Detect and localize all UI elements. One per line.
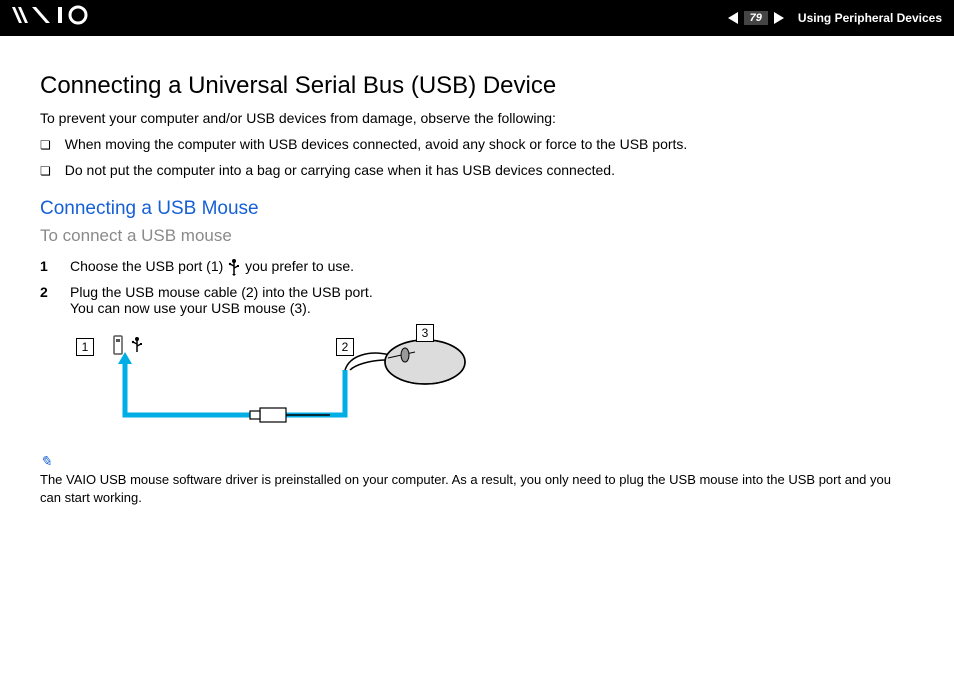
list-item: 2 Plug the USB mouse cable (2) into the … (40, 284, 914, 316)
bullet-list: ❏ When moving the computer with USB devi… (40, 136, 914, 180)
step-number: 2 (40, 284, 54, 300)
note: ✎ The VAIO USB mouse software driver is … (40, 452, 914, 506)
connection-diagram: 1 2 3 (70, 330, 914, 440)
header-bar: 79 Using Peripheral Devices (0, 0, 954, 36)
bullet-icon: ❏ (40, 162, 51, 180)
step-text: Plug the USB mouse cable (2) into the US… (70, 284, 373, 316)
list-item: ❏ When moving the computer with USB devi… (40, 136, 914, 154)
step-text: Choose the USB port (1) you prefer to us… (70, 258, 354, 276)
list-item: 1 Choose the USB port (1) you prefer to … (40, 258, 914, 276)
pencil-icon: ✎ (40, 453, 52, 469)
intro-text: To prevent your computer and/or USB devi… (40, 110, 914, 126)
prev-page-arrow[interactable] (728, 12, 738, 24)
header-nav: 79 Using Peripheral Devices (728, 11, 942, 25)
bullet-icon: ❏ (40, 136, 51, 154)
page-content: Connecting a Universal Serial Bus (USB) … (0, 36, 954, 506)
sub-heading: To connect a USB mouse (40, 226, 914, 246)
next-page-arrow[interactable] (774, 12, 784, 24)
callout-1: 1 (76, 338, 94, 356)
usb-icon (227, 258, 241, 276)
section-heading: Connecting a USB Mouse (40, 198, 914, 220)
bullet-text: Do not put the computer into a bag or ca… (65, 162, 615, 180)
page-title: Connecting a Universal Serial Bus (USB) … (40, 72, 914, 100)
numbered-list: 1 Choose the USB port (1) you prefer to … (40, 258, 914, 316)
vaio-logo (12, 5, 108, 31)
list-item: ❏ Do not put the computer into a bag or … (40, 162, 914, 180)
note-text: The VAIO USB mouse software driver is pr… (40, 472, 891, 505)
callout-3: 3 (416, 324, 434, 342)
page-number: 79 (744, 11, 768, 25)
step-number: 1 (40, 258, 54, 274)
bullet-text: When moving the computer with USB device… (65, 136, 688, 154)
section-name: Using Peripheral Devices (798, 11, 942, 25)
callout-2: 2 (336, 338, 354, 356)
